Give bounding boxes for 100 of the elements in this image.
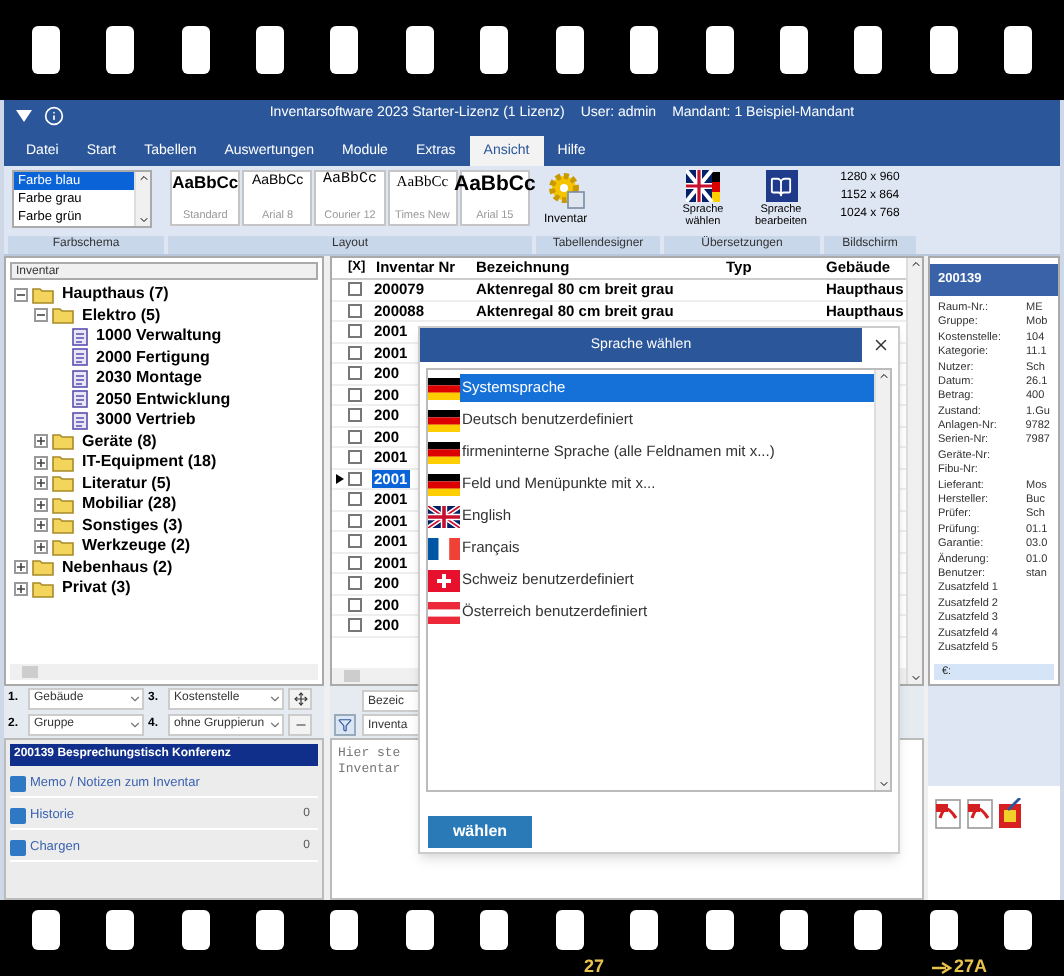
- sprocket-hole: [480, 26, 509, 74]
- dropdown-icon[interactable]: [16, 109, 32, 121]
- tree-item[interactable]: Elektro (5): [82, 307, 161, 324]
- row-checkbox[interactable]: [348, 303, 362, 318]
- folder-icon: [52, 474, 74, 493]
- frame-number: 27A: [954, 958, 988, 976]
- sprocket-hole: [779, 26, 808, 74]
- style-sample: AaBbCc: [172, 174, 239, 191]
- expand-toggle[interactable]: [34, 476, 48, 491]
- row-checkbox[interactable]: [348, 345, 362, 360]
- image-file-icon[interactable]: [998, 798, 1022, 830]
- sprocket-hole: [630, 26, 659, 74]
- british-flag-icon: [428, 505, 460, 527]
- row-checkbox[interactable]: [348, 450, 362, 465]
- pdf-icon[interactable]: [934, 798, 962, 830]
- sprocket-hole: [854, 910, 883, 950]
- sprocket-hole: [255, 910, 284, 950]
- german-flag-icon: [428, 441, 460, 463]
- row-checkbox[interactable]: [348, 471, 362, 486]
- pdf-icon[interactable]: [966, 798, 994, 830]
- tree-item[interactable]: Mobiliar (28): [82, 496, 177, 513]
- expand-toggle[interactable]: [34, 455, 48, 470]
- scrollbar[interactable]: [874, 370, 890, 790]
- tree-item[interactable]: IT-Equipment (18): [82, 454, 217, 471]
- sprocket-hole: [630, 910, 659, 950]
- horizontal-scrollbar[interactable]: [10, 664, 318, 680]
- row-checkbox[interactable]: [348, 534, 362, 549]
- tree-item[interactable]: Nebenhaus (2): [62, 559, 173, 576]
- sprocket-hole: [181, 910, 210, 950]
- folder-icon: [52, 432, 74, 451]
- sprocket-hole: [555, 910, 584, 950]
- expand-toggle[interactable]: [14, 581, 28, 596]
- tree-item[interactable]: Geräte (8): [82, 433, 157, 450]
- row-checkbox[interactable]: [348, 576, 362, 591]
- tree-item[interactable]: Literatur (5): [82, 475, 171, 492]
- expand-toggle[interactable]: [34, 518, 48, 533]
- sprocket-hole: [480, 910, 509, 950]
- choose-button[interactable]: wählen: [428, 816, 532, 848]
- row-checkbox[interactable]: [348, 387, 362, 402]
- row-checkbox[interactable]: [348, 513, 362, 528]
- info-icon[interactable]: [44, 105, 64, 125]
- austrian-flag-icon: [428, 601, 460, 623]
- sprocket-hole: [255, 26, 284, 74]
- row-checkbox[interactable]: [348, 366, 362, 381]
- scrollbar[interactable]: [906, 258, 922, 684]
- expand-toggle[interactable]: [14, 560, 28, 575]
- tree-item[interactable]: 2000 Fertigung: [96, 349, 210, 366]
- folder-icon: [52, 537, 74, 556]
- scrollbar[interactable]: [134, 172, 150, 226]
- scroll-up-icon[interactable]: [137, 172, 149, 184]
- sprocket-hole: [181, 26, 210, 74]
- row-checkbox[interactable]: [348, 555, 362, 570]
- sprocket-hole: [1004, 26, 1033, 74]
- row-checkbox[interactable]: [348, 618, 362, 633]
- row-checkbox[interactable]: [348, 597, 362, 612]
- german-flag-icon: [428, 409, 460, 431]
- collapse-toggle[interactable]: [34, 308, 48, 323]
- row-checkbox[interactable]: [348, 282, 362, 297]
- scroll-up-icon[interactable]: [909, 258, 921, 270]
- folder-icon: [32, 558, 54, 577]
- tree-item[interactable]: 3000 Vertrieb: [96, 412, 196, 429]
- flags-icon: [685, 170, 721, 202]
- sprocket-hole: [31, 910, 60, 950]
- row-checkbox[interactable]: [348, 492, 362, 507]
- sprocket-hole: [31, 26, 60, 74]
- tree-item[interactable]: Privat (3): [62, 580, 131, 597]
- tree-item[interactable]: Sonstiges (3): [82, 517, 183, 534]
- expand-toggle[interactable]: [34, 434, 48, 449]
- folder-icon: [52, 495, 74, 514]
- sprocket-hole: [705, 910, 733, 950]
- collapse-toggle[interactable]: [14, 287, 28, 302]
- scroll-down-icon[interactable]: [909, 672, 921, 684]
- tree-item[interactable]: Haupthaus (7): [62, 286, 169, 303]
- german-flag-icon: [428, 377, 460, 399]
- row-checkbox[interactable]: [348, 408, 362, 423]
- close-icon: [871, 336, 889, 354]
- sprocket-hole: [705, 26, 733, 74]
- frame-number: 27: [584, 958, 605, 976]
- tree-item[interactable]: 2030 Montage: [96, 370, 202, 387]
- tree-item[interactable]: 2050 Entwicklung: [96, 391, 231, 408]
- tree-item[interactable]: 1000 Verwaltung: [96, 328, 222, 345]
- sprocket-hole: [330, 910, 359, 950]
- scroll-up-icon[interactable]: [877, 370, 889, 382]
- sprocket-hole: [106, 26, 135, 74]
- tree-item[interactable]: Werkzeuge (2): [82, 538, 191, 555]
- filter-button[interactable]: [334, 714, 356, 736]
- scroll-down-icon[interactable]: [137, 214, 149, 226]
- row-checkbox[interactable]: [348, 429, 362, 444]
- scroll-down-icon[interactable]: [877, 778, 889, 790]
- filter-icon: [338, 718, 352, 732]
- sprocket-hole: [854, 26, 883, 74]
- arrow-icon: [932, 961, 952, 973]
- row-checkbox[interactable]: [348, 324, 362, 339]
- expand-toggle[interactable]: [34, 539, 48, 554]
- expand-toggle[interactable]: [34, 497, 48, 512]
- move-button[interactable]: [288, 688, 312, 711]
- close-button[interactable]: [862, 328, 898, 362]
- french-flag-icon: [428, 537, 460, 559]
- german-flag-icon: [428, 473, 460, 495]
- sprocket-hole: [405, 26, 434, 74]
